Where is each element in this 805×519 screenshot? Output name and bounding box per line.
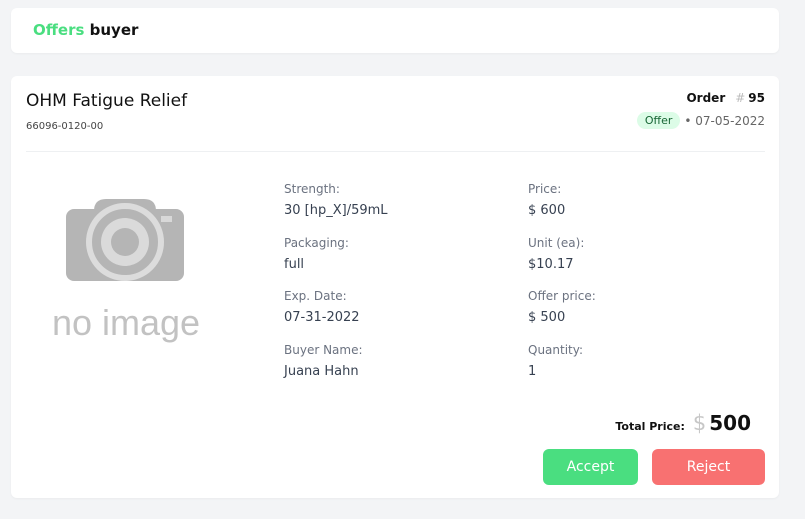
quantity-value: 1 bbox=[528, 364, 537, 379]
hash-icon: # bbox=[735, 91, 746, 105]
order-id: 95 bbox=[748, 91, 765, 105]
buyer-name-field: Buyer Name: Juana Hahn bbox=[284, 343, 363, 379]
price-value: $ 600 bbox=[528, 203, 566, 218]
packaging-label: Packaging: bbox=[284, 236, 349, 250]
strength-label: Strength: bbox=[284, 182, 340, 196]
offer-price-value: $ 500 bbox=[528, 310, 566, 325]
total-price-label: Total Price: bbox=[615, 420, 685, 433]
product-code: 66096-0120-00 bbox=[26, 121, 104, 132]
divider bbox=[26, 151, 765, 152]
camera-icon bbox=[66, 199, 184, 281]
product-name: OHM Fatigue Relief bbox=[26, 91, 188, 111]
no-image-text: no image bbox=[52, 302, 200, 343]
order-status-line: Offer • 07-05-2022 bbox=[636, 112, 765, 129]
no-image-placeholder: no image bbox=[52, 199, 200, 343]
order-label: Order bbox=[686, 91, 726, 105]
page-title-offers: Offers bbox=[33, 21, 85, 39]
page-header-card: Offers buyer bbox=[11, 8, 779, 53]
buyer-name-label: Buyer Name: bbox=[284, 343, 363, 357]
strength-field: Strength: 30 [hp_X]/59mL bbox=[284, 182, 388, 218]
total-price-amount: 500 bbox=[709, 411, 751, 435]
offer-price-label: Offer price: bbox=[528, 289, 596, 303]
unit-price-value: $10.17 bbox=[528, 257, 574, 272]
quantity-field: Quantity: 1 bbox=[528, 343, 583, 379]
exp-date-field: Exp. Date: 07-31-2022 bbox=[284, 289, 360, 325]
page-title: Offers buyer bbox=[33, 21, 138, 39]
buyer-name-value: Juana Hahn bbox=[284, 364, 359, 379]
exp-date-value: 07-31-2022 bbox=[284, 310, 360, 325]
order-date: • 07-05-2022 bbox=[684, 113, 765, 128]
strength-value: 30 [hp_X]/59mL bbox=[284, 203, 388, 218]
unit-price-field: Unit (ea): $10.17 bbox=[528, 236, 584, 272]
offer-price-field: Offer price: $ 500 bbox=[528, 289, 596, 325]
unit-price-label: Unit (ea): bbox=[528, 236, 585, 250]
total-price: Total Price: $ 500 bbox=[615, 411, 751, 435]
packaging-field: Packaging: full bbox=[284, 236, 349, 272]
exp-date-label: Exp. Date: bbox=[284, 289, 347, 303]
quantity-label: Quantity: bbox=[528, 343, 584, 357]
price-field: Price: $ 600 bbox=[528, 182, 565, 218]
reject-button[interactable]: Reject bbox=[652, 449, 765, 485]
accept-button[interactable]: Accept bbox=[543, 449, 638, 485]
offer-card: OHM Fatigue Relief 66096-0120-00 Order #9… bbox=[11, 76, 779, 498]
page-title-buyer: buyer bbox=[89, 21, 139, 39]
packaging-value: full bbox=[284, 257, 305, 272]
status-badge: Offer bbox=[636, 112, 681, 129]
dollar-icon: $ bbox=[692, 411, 707, 435]
price-label: Price: bbox=[528, 182, 562, 196]
order-number: Order #95 bbox=[686, 91, 765, 105]
